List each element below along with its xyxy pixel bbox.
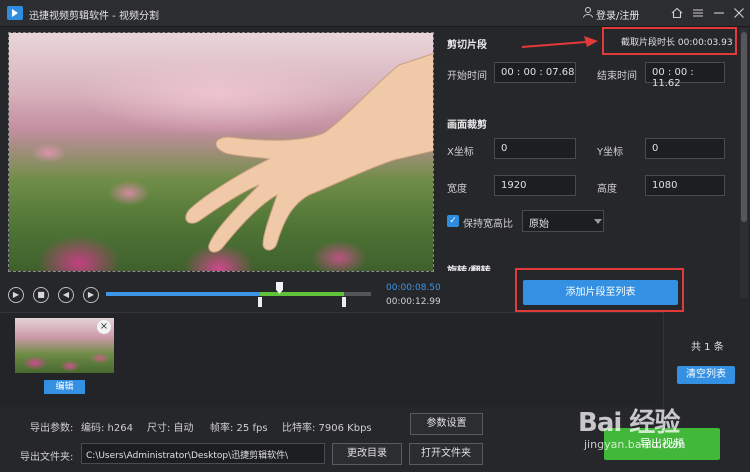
edit-clip-button[interactable]: 编辑	[44, 380, 85, 394]
menu-icon[interactable]	[690, 5, 706, 21]
total-time: 00:00:12.99	[386, 297, 441, 307]
keep-ratio-label: 保持宽高比	[463, 219, 513, 230]
start-time-label: 开始时间	[447, 71, 487, 82]
prev-frame-icon: ◀	[62, 290, 70, 299]
size-value: 尺寸: 自动	[147, 423, 194, 434]
cut-end-handle[interactable]	[342, 297, 346, 307]
window-title: 迅捷视频剪辑软件 - 视频分割	[29, 11, 159, 22]
crop-section-title: 画面裁剪	[447, 120, 487, 131]
height-label: 高度	[597, 184, 617, 195]
export-video-button[interactable]: 导出视频	[604, 428, 720, 460]
title-bar: 迅捷视频剪辑软件 - 视频分割 登录/注册	[0, 0, 750, 27]
params-settings-button[interactable]: 参数设置	[410, 413, 483, 435]
video-preview[interactable]	[8, 32, 434, 272]
panel-scroll-thumb[interactable]	[741, 32, 747, 222]
current-time: 00:00:08.50	[386, 283, 441, 293]
stop-icon: ■	[37, 290, 45, 299]
login-link[interactable]: 登录/注册	[596, 7, 639, 22]
clip-count: 共 1 条	[691, 342, 724, 353]
ratio-select[interactable]: 原始	[522, 210, 604, 232]
highlight-box-add-button	[515, 268, 684, 312]
video-frame-image	[9, 33, 433, 271]
end-time-input[interactable]: 00 : 00 : 11.62	[645, 62, 725, 89]
timeline-selection	[260, 292, 344, 296]
width-input[interactable]: 1920	[494, 175, 576, 196]
prev-frame-button[interactable]: ◀	[58, 287, 74, 303]
home-icon[interactable]	[669, 5, 685, 21]
bitrate-value: 比特率: 7906 Kbps	[282, 423, 372, 434]
change-directory-button[interactable]: 更改目录	[332, 443, 402, 465]
player-controls: ▶ ■ ◀ ▶ 00:00:08.50 00:00:12.99	[0, 279, 441, 311]
play-button[interactable]: ▶	[8, 287, 24, 303]
clear-list-button[interactable]: 清空列表	[677, 366, 735, 384]
export-folder-input[interactable]: C:\Users\Administrator\Desktop\迅捷剪辑软件\	[81, 443, 325, 464]
chevron-down-icon	[594, 219, 602, 224]
close-icon[interactable]	[731, 5, 747, 21]
x-label: X坐标	[447, 147, 474, 158]
rotate-section-title: 旋转/翻转	[447, 262, 491, 271]
user-icon[interactable]	[583, 7, 593, 18]
width-label: 宽度	[447, 184, 467, 195]
highlight-box-clip-length	[602, 27, 737, 55]
end-time-label: 结束时间	[597, 71, 637, 82]
app-logo-icon	[7, 6, 23, 20]
x-input[interactable]: 0	[494, 138, 576, 159]
cut-start-handle[interactable]	[258, 297, 262, 307]
y-input[interactable]: 0	[645, 138, 725, 159]
keep-ratio-checkbox[interactable]: ✓	[447, 215, 459, 227]
next-frame-button[interactable]: ▶	[83, 287, 99, 303]
stop-button[interactable]: ■	[33, 287, 49, 303]
codec-value: 编码: h264	[81, 423, 133, 434]
remove-clip-icon[interactable]: ×	[97, 320, 111, 334]
export-folder-label: 导出文件夹:	[20, 452, 74, 463]
hand-graphic	[185, 53, 433, 253]
arrow-icon	[521, 36, 598, 48]
play-icon: ▶	[12, 290, 20, 299]
cut-section-title: 剪切片段	[447, 40, 487, 51]
y-label: Y坐标	[597, 147, 624, 158]
minimize-icon[interactable]	[711, 5, 727, 21]
timeline-progress	[106, 292, 260, 296]
height-input[interactable]: 1080	[645, 175, 725, 196]
next-frame-icon: ▶	[87, 290, 95, 299]
fps-value: 帧率: 25 fps	[210, 423, 268, 434]
export-params-label: 导出参数:	[30, 423, 74, 434]
open-folder-button[interactable]: 打开文件夹	[409, 443, 483, 465]
start-time-input[interactable]: 00 : 00 : 07.68	[494, 62, 576, 83]
clip-list-sidebar	[663, 312, 750, 407]
